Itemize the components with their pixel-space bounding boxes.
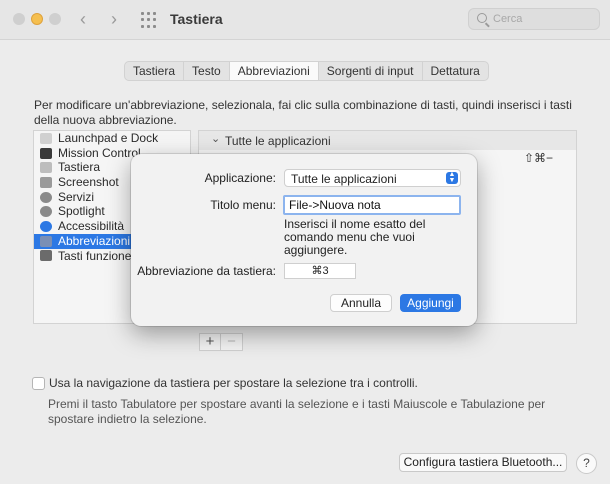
application-select-value: Tutte le applicazioni [291,172,397,186]
application-label: Applicazione: [204,171,276,185]
keyboard-navigation-checkbox[interactable] [32,377,45,390]
sidebar-item-label: Servizi [58,189,95,204]
keyboard-navigation-label: Usa la navigazione da tastiera per spost… [49,376,418,390]
sidebar-item-label: Launchpad e Dock [58,131,159,145]
add-remove-controls: + − [199,333,243,351]
minimize-window-button[interactable] [31,13,43,25]
mission-control-icon [40,147,52,159]
zoom-window-button[interactable] [49,13,61,25]
select-arrows-icon: ▲ ▼ [446,171,458,184]
gear-icon [40,191,52,203]
back-arrow-icon[interactable]: ‹ [80,9,86,30]
chevron-down-icon[interactable]: ⌄ [211,132,220,145]
sidebar-item-label: Abbreviazioni a [58,233,141,248]
remove-shortcut-button[interactable]: − [221,333,243,351]
keyboard-icon [40,162,52,174]
shortcuts-description: Per modificare un'abbreviazione, selezio… [34,98,572,127]
preferences-window: ‹ › Tastiera Cerca Tastiera Testo Abbrev… [0,0,610,484]
sidebar-item-label: Tastiera [58,160,101,175]
window-title: Tastiera [170,11,223,27]
search-icon [477,13,487,23]
sidebar-item-label: Spotlight [58,204,105,219]
tab-abbreviazioni[interactable]: Abbreviazioni [229,62,319,80]
configure-bluetooth-keyboard-button[interactable]: Configura tastiera Bluetooth... [399,453,567,472]
help-button[interactable]: ? [576,453,597,474]
screenshot-icon [40,176,52,188]
shortcut-label: Abbreviazione da tastiera: [137,264,276,278]
accessibility-icon [40,220,52,232]
keyboard-navigation-hint: Premi il tasto Tabulatore per spostare a… [48,397,546,426]
add-shortcut-button[interactable]: + [199,333,221,351]
cancel-button[interactable]: Annulla [330,294,392,312]
forward-arrow-icon[interactable]: › [111,9,117,30]
app-shortcuts-icon [40,235,52,247]
add-shortcut-dialog: Applicazione: Tutte le applicazioni ▲ ▼ T… [131,154,477,326]
sidebar-item-label: Mission Control [58,145,141,160]
tab-testo[interactable]: Testo [184,62,230,80]
search-placeholder: Cerca [493,13,523,25]
launchpad-icon [40,132,52,144]
sidebar-item-launchpad[interactable]: Launchpad e Dock [34,131,190,146]
spotlight-icon [40,206,52,218]
search-input[interactable]: Cerca [468,8,600,30]
add-button[interactable]: Aggiungi [400,294,461,312]
titlebar: ‹ › Tastiera Cerca [0,0,610,40]
shortcut-keys[interactable]: ⇧⌘− [524,151,553,165]
tab-dettatura[interactable]: Dettatura [423,62,488,80]
shortcut-input[interactable]: ⌘3 [284,263,356,279]
menu-title-input[interactable]: File->Nuova nota [283,195,461,215]
sidebar-item-label: Accessibilità [58,219,125,234]
show-all-grid-icon[interactable] [141,12,157,28]
menu-title-label: Titolo menu: [210,198,276,212]
close-window-button[interactable] [13,13,25,25]
shortcut-group-label: Tutte le applicazioni [225,134,331,148]
fn-key-icon [40,250,52,262]
tab-bar: Tastiera Testo Abbreviazioni Sorgenti di… [124,61,489,81]
menu-title-hint: Inserisci il nome esatto del comando men… [284,217,426,257]
tab-tastiera[interactable]: Tastiera [125,62,185,80]
shortcut-group-row[interactable]: ⌄ Tutte le applicazioni [199,131,576,150]
sidebar-item-label: Tasti funzione [58,248,132,263]
application-select[interactable]: Tutte le applicazioni ▲ ▼ [284,169,461,187]
tab-sorgenti-di-input[interactable]: Sorgenti di input [319,62,423,80]
sidebar-item-label: Screenshot [58,175,119,190]
